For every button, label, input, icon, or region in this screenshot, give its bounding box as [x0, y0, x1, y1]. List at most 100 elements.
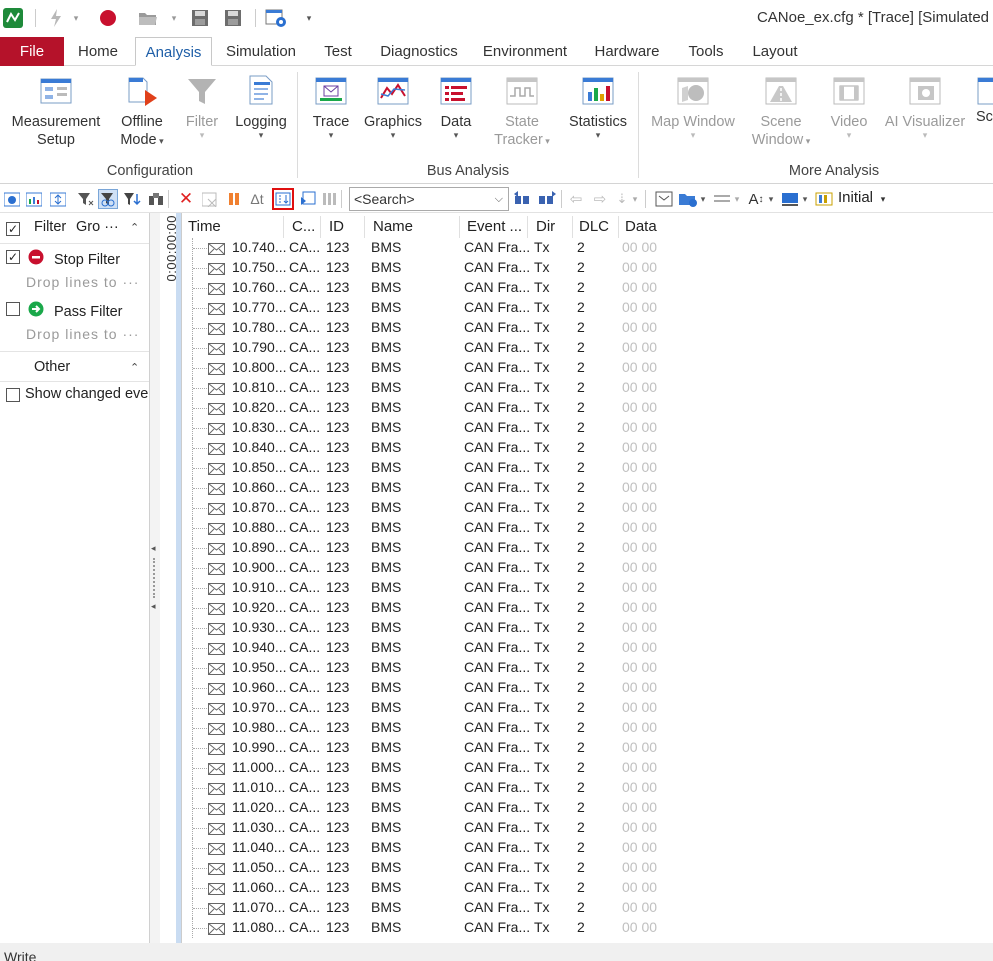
auto-scroll-icon[interactable]: [272, 188, 294, 210]
trace-button[interactable]: Trace ▾: [306, 74, 356, 140]
data-button[interactable]: Data ▾: [434, 74, 478, 140]
save-icon[interactable]: [188, 6, 212, 30]
tab-hardware[interactable]: Hardware: [586, 37, 668, 66]
tab-tools[interactable]: Tools: [680, 37, 732, 66]
graphics-button[interactable]: Graphics ▾: [362, 74, 424, 140]
app-logo-icon[interactable]: [1, 6, 25, 30]
filter-master-checkbox[interactable]: ✓: [6, 222, 20, 236]
table-row[interactable]: 10.830... CA... 123 BMS CAN Fra... Tx 2 00 00: [182, 418, 993, 438]
show-changed-events-label[interactable]: Show changed eve: [25, 386, 148, 402]
search-backward-icon[interactable]: [512, 189, 534, 209]
statistics-small-icon[interactable]: [24, 189, 44, 209]
column-separator[interactable]: [320, 216, 321, 238]
lightning-icon[interactable]: [44, 6, 68, 30]
table-row[interactable]: 10.920... CA... 123 BMS CAN Fra... Tx 2 00 00: [182, 598, 993, 618]
filter-toggle-icon[interactable]: [98, 189, 118, 209]
column-header-dir[interactable]: Dir: [536, 218, 555, 235]
collapse-left-icon[interactable]: ◂: [151, 601, 156, 612]
column-header-name[interactable]: Name: [373, 218, 413, 235]
stop-filter-checkbox[interactable]: ✓: [6, 250, 20, 264]
delete-icon[interactable]: ✕: [176, 189, 196, 209]
tab-home[interactable]: Home: [68, 37, 128, 66]
table-row[interactable]: 10.860... CA... 123 BMS CAN Fra... Tx 2 00 00: [182, 478, 993, 498]
table-row[interactable]: 11.010... CA... 123 BMS CAN Fra... Tx 2 00 00: [182, 778, 993, 798]
delta-time-icon[interactable]: Δt: [246, 189, 268, 209]
find-binoculars-icon[interactable]: [146, 189, 166, 209]
column-header-dlc[interactable]: DLC: [579, 218, 609, 235]
table-row[interactable]: 10.780... CA... 123 BMS CAN Fra... Tx 2 00 00: [182, 318, 993, 338]
table-row[interactable]: 10.800... CA... 123 BMS CAN Fra... Tx 2 00 00: [182, 358, 993, 378]
table-row[interactable]: 11.060... CA... 123 BMS CAN Fra... Tx 2 00 00: [182, 878, 993, 898]
filter-funnel-small-icon[interactable]: [76, 189, 96, 209]
dropdown-arrow-icon[interactable]: ▾: [766, 189, 776, 209]
ai-visualizer-button[interactable]: AI Visualizer ▾: [880, 74, 970, 140]
cut-off-ribbon-button[interactable]: Sc: [976, 74, 993, 126]
marker-icon[interactable]: ⇣: [612, 189, 632, 209]
measurement-setup-button[interactable]: Measurement Setup: [6, 74, 106, 149]
table-row[interactable]: 11.050... CA... 123 BMS CAN Fra... Tx 2 00 00: [182, 858, 993, 878]
table-row[interactable]: 10.980... CA... 123 BMS CAN Fra... Tx 2 00 00: [182, 718, 993, 738]
stop-record-icon[interactable]: [96, 6, 120, 30]
open-folder-icon[interactable]: [136, 6, 160, 30]
tab-file[interactable]: File: [0, 37, 64, 66]
dropdown-arrow-icon[interactable]: ▾: [698, 189, 708, 209]
column-header-data[interactable]: Data: [625, 218, 657, 235]
table-row[interactable]: 10.770... CA... 123 BMS CAN Fra... Tx 2 00 00: [182, 298, 993, 318]
table-row[interactable]: 10.850... CA... 123 BMS CAN Fra... Tx 2 00 00: [182, 458, 993, 478]
table-row[interactable]: 11.020... CA... 123 BMS CAN Fra... Tx 2 00 00: [182, 798, 993, 818]
arrow-left-icon[interactable]: ⇦: [566, 189, 586, 209]
video-button[interactable]: Video ▾: [824, 74, 874, 140]
column-separator[interactable]: [283, 216, 284, 238]
collapse-up-icon[interactable]: ⌃: [130, 361, 139, 374]
table-row[interactable]: 10.810... CA... 123 BMS CAN Fra... Tx 2 00 00: [182, 378, 993, 398]
table-row[interactable]: 10.950... CA... 123 BMS CAN Fra... Tx 2 00 00: [182, 658, 993, 678]
table-row[interactable]: 10.930... CA... 123 BMS CAN Fra... Tx 2 00 00: [182, 618, 993, 638]
scroll-mode-icon[interactable]: [48, 189, 68, 209]
chevron-down-icon[interactable]: ⌵: [495, 188, 503, 210]
line-style-icon[interactable]: [712, 189, 732, 209]
table-row[interactable]: 10.750... CA... 123 BMS CAN Fra... Tx 2 00 00: [182, 258, 993, 278]
detail-view-icon[interactable]: [298, 189, 318, 209]
dropdown-arrow-icon[interactable]: ▾: [630, 189, 640, 209]
configuration-settings-icon[interactable]: [264, 6, 288, 30]
state-tracker-button[interactable]: State Tracker ▾: [486, 74, 558, 150]
dropdown-arrow-icon[interactable]: ▾: [800, 189, 810, 209]
layout-columns-icon[interactable]: [814, 189, 834, 209]
dropdown-arrow-icon[interactable]: ▾: [732, 189, 742, 209]
save-as-icon[interactable]: [222, 6, 246, 30]
offline-mode-button[interactable]: Offline Mode ▾: [112, 74, 172, 150]
table-row[interactable]: 10.880... CA... 123 BMS CAN Fra... Tx 2 00 00: [182, 518, 993, 538]
table-row[interactable]: 10.960... CA... 123 BMS CAN Fra... Tx 2 00 00: [182, 678, 993, 698]
tab-layout[interactable]: Layout: [744, 37, 806, 66]
column-separator[interactable]: [527, 216, 528, 238]
table-row[interactable]: 10.890... CA... 123 BMS CAN Fra... Tx 2 00 00: [182, 538, 993, 558]
table-row[interactable]: 10.820... CA... 123 BMS CAN Fra... Tx 2 00 00: [182, 398, 993, 418]
message-window-icon[interactable]: [654, 189, 674, 209]
dropdown-arrow-icon[interactable]: ▾: [70, 6, 82, 30]
show-changed-events-checkbox[interactable]: [6, 388, 20, 402]
layout-name-label[interactable]: Initial: [838, 189, 873, 206]
column-separator[interactable]: [618, 216, 619, 238]
tab-environment[interactable]: Environment: [476, 37, 574, 66]
columns-icon[interactable]: [320, 189, 340, 209]
table-row[interactable]: 10.840... CA... 123 BMS CAN Fra... Tx 2 00 00: [182, 438, 993, 458]
search-combobox[interactable]: <Search> ⌵: [349, 187, 509, 211]
search-forward-icon[interactable]: [536, 189, 558, 209]
font-size-icon[interactable]: A ↕: [746, 189, 766, 209]
table-row[interactable]: 10.990... CA... 123 BMS CAN Fra... Tx 2 00 00: [182, 738, 993, 758]
tab-test[interactable]: Test: [314, 37, 362, 66]
filter-down-icon[interactable]: [122, 189, 142, 209]
info-icon[interactable]: [2, 189, 22, 209]
logging-button[interactable]: Logging ▾: [232, 74, 290, 140]
panel-splitter[interactable]: ◂ ◂: [150, 213, 160, 943]
pass-filter-checkbox[interactable]: [6, 302, 20, 316]
dropdown-arrow-icon[interactable]: ▾: [878, 189, 888, 209]
table-row[interactable]: 11.040... CA... 123 BMS CAN Fra... Tx 2 00 00: [182, 838, 993, 858]
table-row[interactable]: 10.970... CA... 123 BMS CAN Fra... Tx 2 00 00: [182, 698, 993, 718]
column-header-event-type[interactable]: Event ...: [467, 218, 522, 235]
dropdown-arrow-icon[interactable]: ▾: [168, 6, 180, 30]
tab-diagnostics[interactable]: Diagnostics: [374, 37, 464, 66]
arrow-right-icon[interactable]: ⇨: [590, 189, 610, 209]
map-window-button[interactable]: Map Window ▾: [646, 74, 740, 140]
pass-filter-label[interactable]: Pass Filter: [54, 304, 123, 320]
